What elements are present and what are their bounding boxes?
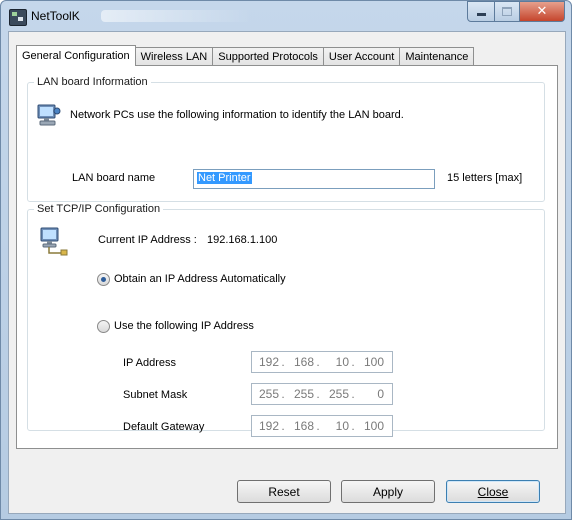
ip-dot: .: [281, 355, 285, 369]
lan-board-name-input[interactable]: Net Printer: [193, 169, 435, 189]
subnet-mask-label: Subnet Mask: [123, 389, 188, 401]
network-app-icon: [9, 9, 27, 26]
reset-button[interactable]: Reset: [237, 480, 331, 503]
gateway-dot: .: [281, 419, 285, 433]
close-button[interactable]: Close: [446, 480, 540, 503]
mask-octet: 0: [377, 387, 384, 401]
maximize-icon: [502, 7, 512, 16]
ip-octet: 10: [335, 355, 349, 369]
use-following-ip-label[interactable]: Use the following IP Address: [114, 320, 254, 332]
obtain-ip-auto-label[interactable]: Obtain an IP Address Automatically: [114, 273, 286, 285]
nettoolk-window: NetToolK ✕ General Configuration Wireles…: [0, 0, 572, 520]
gateway-octet: 10: [335, 419, 349, 433]
gateway-octet: 100: [363, 419, 384, 433]
ip-octet: 100: [363, 355, 384, 369]
close-icon: ✕: [536, 4, 548, 19]
current-ip-label: Current IP Address :: [98, 234, 197, 246]
tab-general-configuration[interactable]: General Configuration: [16, 45, 136, 66]
network-computer-icon: [40, 227, 68, 256]
title-bar[interactable]: NetToolK ✕: [1, 1, 571, 31]
mask-dot: .: [316, 387, 320, 401]
close-window-button[interactable]: ✕: [520, 1, 565, 22]
ip-address-field[interactable]: 192. 168. 10. 100: [251, 351, 393, 373]
ip-dot: .: [351, 355, 355, 369]
lan-board-name-label: LAN board name: [72, 172, 156, 184]
current-ip-value: 192.168.1.100: [207, 234, 278, 246]
tcpip-group-title: Set TCP/IP Configuration: [34, 203, 164, 215]
tab-user-account[interactable]: User Account: [322, 47, 401, 65]
apply-button[interactable]: Apply: [341, 480, 435, 503]
general-configuration-page: LAN board Information Network PCs use th…: [16, 65, 558, 449]
mask-octet: 255: [293, 387, 314, 401]
lan-description: Network PCs use the following informatio…: [70, 109, 404, 121]
minimize-icon: [476, 13, 486, 16]
tab-wireless-lan[interactable]: Wireless LAN: [134, 47, 214, 65]
mask-octet: 255: [328, 387, 349, 401]
obtain-ip-auto-radio[interactable]: [97, 273, 110, 286]
ip-octet: 168: [293, 355, 314, 369]
gateway-octet: 192: [258, 419, 279, 433]
dialog-client: General Configuration Wireless LAN Suppo…: [8, 31, 566, 514]
subnet-mask-field[interactable]: 255. 255. 255. 0: [251, 383, 393, 405]
tab-supported-protocols[interactable]: Supported Protocols: [212, 47, 324, 65]
gateway-dot: .: [316, 419, 320, 433]
lan-board-name-value: Net Printer: [197, 172, 252, 184]
ip-address-label: IP Address: [123, 357, 176, 369]
default-gateway-label: Default Gateway: [123, 421, 205, 433]
gateway-octet: 168: [293, 419, 314, 433]
tab-strip: General Configuration Wireless LAN Suppo…: [16, 44, 475, 66]
name-max-hint: 15 letters [max]: [447, 172, 523, 184]
ip-dot: .: [316, 355, 320, 369]
title-blur: [101, 10, 251, 22]
tab-maintenance[interactable]: Maintenance: [399, 47, 475, 65]
maximize-button[interactable]: [495, 1, 520, 22]
mask-dot: .: [351, 387, 355, 401]
minimize-button[interactable]: [467, 1, 495, 22]
lan-group-title: LAN board Information: [34, 76, 151, 88]
mask-dot: .: [281, 387, 285, 401]
window-controls: ✕: [467, 1, 565, 22]
ip-octet: 192: [258, 355, 279, 369]
default-gateway-field[interactable]: 192. 168. 10. 100: [251, 415, 393, 437]
use-following-ip-radio[interactable]: [97, 320, 110, 333]
gateway-dot: .: [351, 419, 355, 433]
mask-octet: 255: [258, 387, 279, 401]
computer-icon: [37, 104, 61, 126]
window-title: NetToolK: [31, 9, 80, 23]
